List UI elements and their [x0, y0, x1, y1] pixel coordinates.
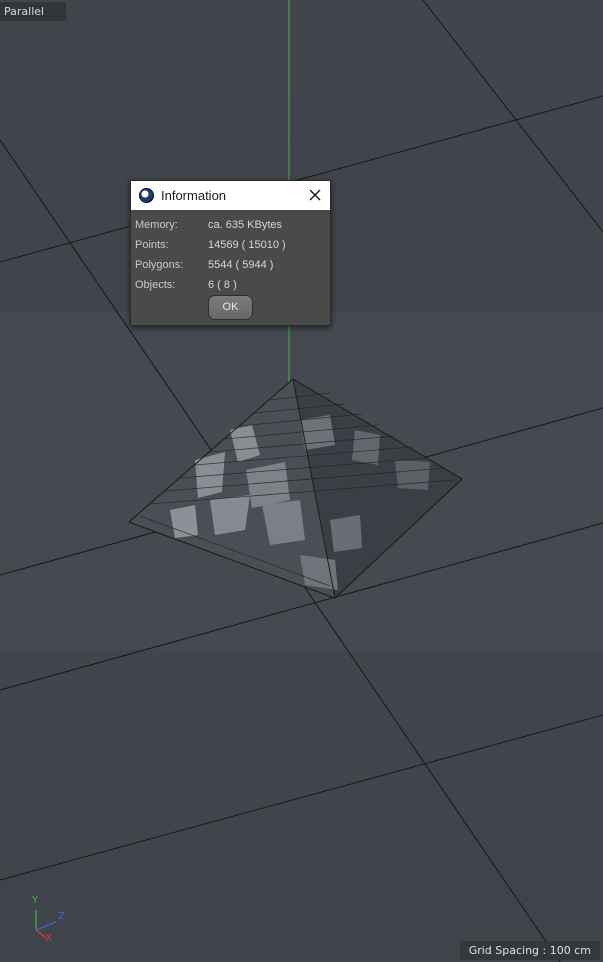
dialog-titlebar[interactable]: Information: [131, 181, 330, 210]
info-row-objects: Objects: 6 ( 8 ): [135, 275, 330, 295]
grid-spacing-readout: Grid Spacing : 100 cm: [459, 941, 600, 960]
info-row-points: Points: 14569 ( 15010 ): [135, 235, 330, 255]
pyramid-mesh: [128, 378, 463, 599]
information-dialog: Information Memory: ca. 635 KBytes Point…: [130, 180, 331, 326]
info-row-memory: Memory: ca. 635 KBytes: [135, 215, 330, 235]
dialog-title: Information: [161, 188, 227, 203]
info-value: 14569 ( 15010 ): [208, 239, 286, 251]
info-value: ca. 635 KBytes: [208, 219, 282, 231]
info-label: Points:: [135, 239, 169, 251]
info-label: Memory:: [135, 219, 178, 231]
cinema4d-logo-icon: [139, 188, 154, 203]
axis-y-label: Y: [32, 895, 39, 906]
info-value: 6 ( 8 ): [208, 279, 237, 291]
axis-z-label: Z: [58, 911, 65, 922]
info-label: Objects:: [135, 279, 176, 291]
3d-viewport[interactable]: Parallel Y Z X Grid Spacing : 100 cm Inf…: [0, 0, 603, 962]
dialog-body: Memory: ca. 635 KBytes Points: 14569 ( 1…: [131, 210, 330, 295]
axis-x-label: X: [45, 933, 52, 944]
info-row-polygons: Polygons: 5544 ( 5944 ): [135, 255, 330, 275]
ok-button[interactable]: OK: [208, 295, 253, 320]
close-icon[interactable]: [306, 186, 324, 204]
scene-canvas[interactable]: [0, 0, 603, 962]
info-value: 5544 ( 5944 ): [208, 259, 274, 271]
projection-label[interactable]: Parallel: [0, 2, 66, 21]
axis-gizmo: Y Z X: [22, 892, 72, 948]
info-label: Polygons:: [135, 259, 184, 271]
